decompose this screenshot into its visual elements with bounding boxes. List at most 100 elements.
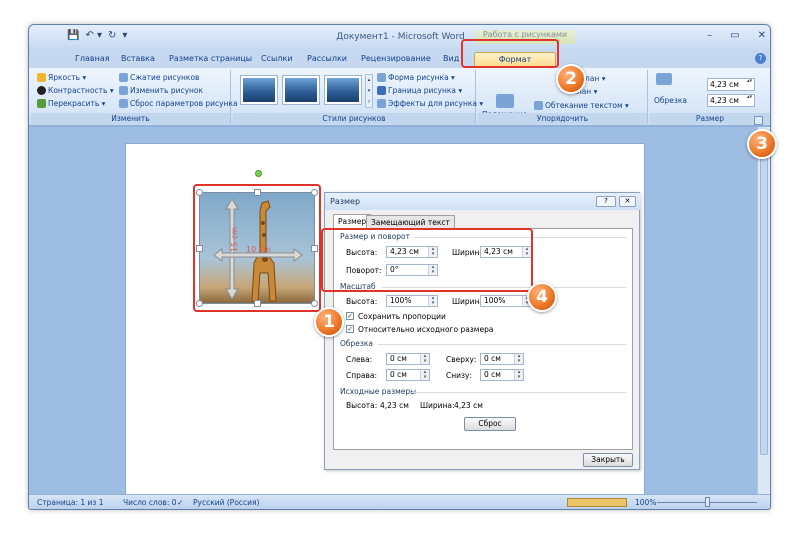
compress-pictures-button[interactable]: Сжатие рисунков [119, 73, 199, 82]
relative-size-checkbox[interactable]: ✓ [346, 325, 354, 333]
resize-handle-se[interactable] [311, 300, 318, 307]
picture-style-1[interactable] [241, 76, 277, 104]
tab-view[interactable]: Вид [443, 54, 459, 63]
resize-handle-sw[interactable] [196, 300, 203, 307]
contrast-button[interactable]: Контрастность ▾ [37, 86, 114, 95]
page-count[interactable]: Страница: 1 из 1 [37, 498, 104, 507]
height-input[interactable]: 4,23 см ▴ ▾ [386, 246, 438, 258]
word-count[interactable]: Число слов: 0 [123, 498, 177, 507]
step-badge-3: 3 [747, 129, 777, 159]
crop-right-label: Справа: [346, 371, 378, 380]
tab-home[interactable]: Главная [75, 54, 110, 63]
scale-height-spinner[interactable]: ▴ ▾ [428, 296, 437, 306]
crop-top-input[interactable]: 0 см ▴ ▾ [480, 353, 524, 365]
close-dialog-button[interactable]: Закрыть [583, 453, 633, 467]
language[interactable]: Русский (Россия) [193, 498, 259, 507]
crop-bottom-label: Снизу: [446, 371, 472, 380]
picture-border-button[interactable]: Граница рисунка ▾ [377, 86, 462, 95]
recolor-button[interactable]: Перекрасить ▾ [37, 99, 105, 108]
step-badge-2: 2 [556, 64, 586, 94]
selected-picture[interactable]: 15 cm 10 cm [196, 170, 318, 307]
position-icon [495, 94, 514, 108]
ribbon: Яркость ▾ Контрастность ▾ Перекрасить ▾ … [29, 68, 770, 126]
orig-width-value: 4,23 см [454, 401, 483, 410]
crop-bottom-spinner[interactable]: ▴ ▾ [514, 370, 523, 380]
rotation-spinner[interactable]: ▴ ▾ [428, 265, 437, 275]
tab-insert[interactable]: Вставка [121, 54, 155, 63]
styles-gallery-scroll[interactable]: ▴ ▾ ▿ [365, 74, 373, 108]
tab-review[interactable]: Рецензирование [361, 54, 431, 63]
section-size-rotate: Размер и поворот [340, 232, 411, 241]
section-divider [382, 287, 626, 288]
scale-width-input[interactable]: 100%▴▾ [480, 295, 532, 307]
lock-aspect-checkbox[interactable]: ✓ [346, 312, 354, 320]
crop-bottom-input[interactable]: 0 см ▴ ▾ [480, 369, 524, 381]
view-buttons[interactable] [567, 498, 627, 507]
reset-picture-icon [119, 99, 128, 108]
picture-style-2[interactable] [283, 76, 319, 104]
proofing-icon[interactable]: ✓ [177, 498, 183, 507]
document-title: Документ1 - Microsoft Word [336, 32, 465, 42]
resize-handle-s[interactable] [254, 300, 261, 307]
shape-icon [377, 73, 386, 82]
resize-handle-e[interactable] [311, 245, 318, 252]
status-bar: Страница: 1 из 1 Число слов: 0 ✓ Русский… [29, 494, 770, 509]
crop-left-input[interactable]: 0 см ▴ ▾ [386, 353, 430, 365]
tab-page-layout[interactable]: Разметка страницы [169, 54, 252, 63]
picture-style-3[interactable] [325, 76, 361, 104]
group-label-adjust: Изменить [31, 113, 230, 124]
resize-handle-w[interactable] [196, 245, 203, 252]
scale-height-input[interactable]: 100% ▴ ▾ [386, 295, 438, 307]
minimize-button[interactable]: – [707, 30, 712, 41]
resize-handle-nw[interactable] [196, 189, 203, 196]
dialog-close-icon[interactable]: ✕ [619, 196, 636, 207]
crop-right-input[interactable]: 0 см ▴ ▾ [386, 369, 430, 381]
crop-left-label: Слева: [346, 355, 373, 364]
dialog-help-button[interactable]: ? [596, 196, 616, 207]
group-label-styles: Стили рисунков [233, 113, 475, 124]
resize-handle-ne[interactable] [311, 189, 318, 196]
rotation-handle[interactable] [255, 170, 262, 177]
section-divider [414, 237, 626, 238]
width-spinner[interactable]: ▴ ▾ [522, 247, 531, 257]
tab-references[interactable]: Ссылки [261, 54, 292, 63]
group-size: Обрезка 4,23 см 4,23 см Размер [650, 70, 770, 124]
change-picture-button[interactable]: Изменить рисунок [119, 86, 203, 95]
resize-handle-n[interactable] [254, 189, 261, 196]
text-wrapping-button[interactable]: Обтекание текстом ▾ [534, 101, 629, 110]
crop-button[interactable]: Обрезка [654, 96, 687, 105]
picture-tools-title: Работа с рисунками [475, 30, 575, 44]
crop-top-label: Сверху: [446, 355, 477, 364]
tab-mailings[interactable]: Рассылки [307, 54, 347, 63]
maximize-button[interactable]: ▭ [730, 30, 739, 41]
group-label-size: Размер [650, 113, 770, 124]
zoom-slider-thumb[interactable] [705, 497, 710, 507]
brightness-button[interactable]: Яркость ▾ [37, 73, 86, 82]
crop-icon[interactable] [656, 73, 672, 85]
size-dialog: Размер ? ✕ Размер Замещающий текст Разме… [324, 192, 641, 470]
scrollbar-thumb[interactable] [760, 135, 768, 455]
crop-top-spinner[interactable]: ▴ ▾ [514, 354, 523, 364]
help-icon[interactable]: ? [755, 53, 766, 64]
scale-height-label: Высота: [346, 297, 378, 306]
crop-left-spinner[interactable]: ▴ ▾ [420, 354, 429, 364]
tab-format[interactable]: Формат [474, 52, 556, 68]
height-spinner[interactable]: ▴ ▾ [428, 247, 437, 257]
close-window-button[interactable]: ✕ [758, 30, 766, 41]
zoom-level[interactable]: 100% [635, 498, 656, 507]
crop-right-spinner[interactable]: ▴ ▾ [420, 370, 429, 380]
picture-effects-button[interactable]: Эффекты для рисунка ▾ [377, 99, 483, 108]
vertical-scrollbar[interactable] [757, 127, 770, 497]
pencil-icon [377, 86, 386, 95]
reset-button[interactable]: Сброс [464, 417, 516, 431]
group-picture-styles: ▴ ▾ ▿ Форма рисунка ▾ Граница рисунка ▾ Эф… [233, 70, 483, 124]
size-dialog-launcher[interactable] [754, 116, 763, 125]
picture-shape-button[interactable]: Форма рисунка ▾ [377, 73, 455, 82]
shape-width-input[interactable]: 4,23 см [707, 94, 755, 107]
rotation-input[interactable]: 0° ▴ ▾ [386, 264, 438, 276]
shape-height-input[interactable]: 4,23 см [707, 78, 755, 91]
dialog-tab-alt-text[interactable]: Замещающий текст [366, 215, 455, 229]
section-scale: Масштаб [340, 282, 376, 291]
reset-picture-button[interactable]: Сброс параметров рисунка [119, 99, 238, 108]
width-input[interactable]: 4,23 см ▴ ▾ [480, 246, 532, 258]
